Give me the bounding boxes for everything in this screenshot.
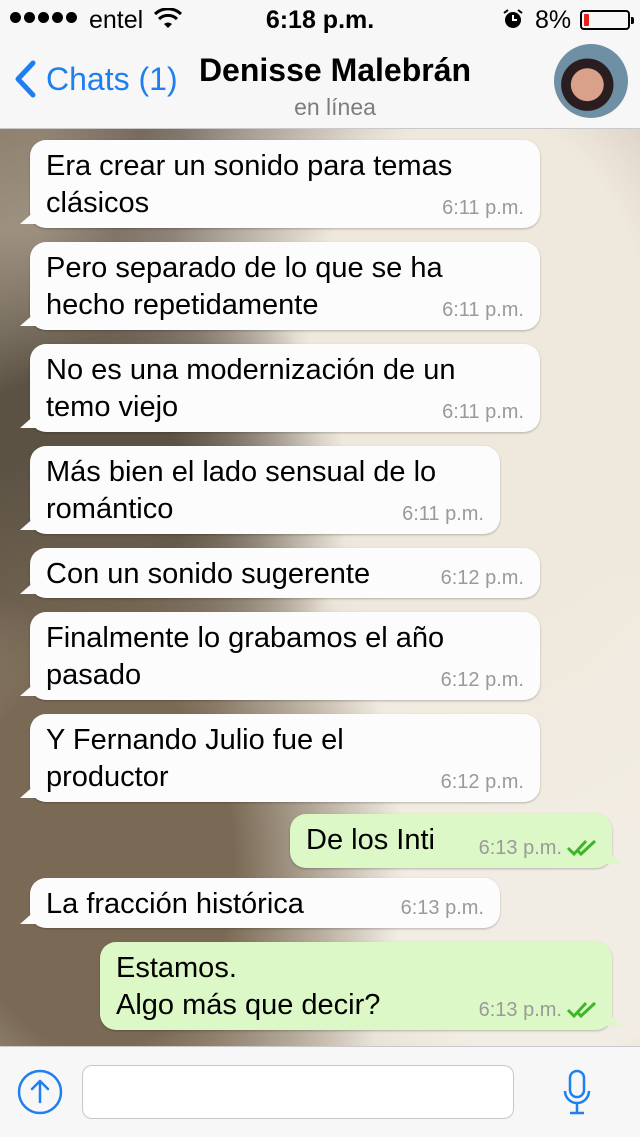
message-time: 6:11 p.m. — [442, 401, 524, 423]
back-button[interactable]: Chats (1) — [14, 60, 178, 98]
message-bubble[interactable]: Pero separado de lo que se ha hecho repe… — [20, 242, 540, 330]
status-bar: entel 6:18 p.m. 8% — [0, 0, 640, 40]
message-input[interactable] — [82, 1065, 514, 1119]
double-check-icon — [566, 839, 597, 857]
message-time: 6:11 p.m. — [442, 299, 524, 321]
composer-bar — [0, 1046, 640, 1137]
message-bubble[interactable]: Con un sonido sugerente 6:12 p.m. — [20, 548, 540, 598]
microphone-icon[interactable] — [562, 1069, 592, 1117]
message-bubble-outgoing[interactable]: De los Inti 6:13 p.m. — [290, 814, 622, 868]
double-check-icon — [566, 1001, 597, 1019]
back-label: Chats (1) — [46, 60, 178, 97]
upload-icon[interactable] — [17, 1069, 63, 1115]
message-time: 6:11 p.m. — [442, 197, 524, 219]
contact-status: en línea — [294, 94, 376, 120]
message-time: 6:13 p.m. — [478, 999, 562, 1021]
chevron-left-icon — [15, 60, 36, 98]
message-bubble[interactable]: Y Fernando Julio fue el productor 6:12 p… — [20, 714, 540, 802]
alarm-icon — [503, 9, 523, 28]
message-bubble[interactable]: No es una modernización de un temo viejo… — [20, 344, 540, 432]
message-time: 6:12 p.m. — [440, 669, 524, 691]
message-time: 6:11 p.m. — [402, 503, 484, 525]
avatar[interactable] — [554, 44, 628, 118]
contact-name[interactable]: Denisse Malebrán — [160, 52, 510, 89]
top-bar: entel 6:18 p.m. 8% Chats (1) Denisse Mal… — [0, 0, 640, 129]
battery-icon — [580, 10, 634, 30]
battery-percent: 8% — [535, 6, 572, 34]
message-time: 6:12 p.m. — [440, 567, 524, 589]
message-time: 6:12 p.m. — [440, 771, 524, 793]
message-bubble[interactable]: Más bien el lado sensual de lo romántico… — [20, 446, 500, 534]
message-bubble[interactable]: Era crear un sonido para temas clásicos … — [20, 140, 540, 228]
message-bubble[interactable]: Finalmente lo grabamos el año pasado 6:1… — [20, 612, 540, 700]
message-time: 6:13 p.m. — [478, 837, 562, 859]
message-time: 6:13 p.m. — [400, 897, 484, 919]
message-bubble[interactable]: La fracción histórica 6:13 p.m. — [20, 878, 500, 928]
chat-area[interactable]: Era crear un sonido para temas clásicos … — [0, 128, 640, 1046]
message-bubble-outgoing[interactable]: Estamos. Algo más que decir? 6:13 p.m. — [100, 942, 622, 1030]
